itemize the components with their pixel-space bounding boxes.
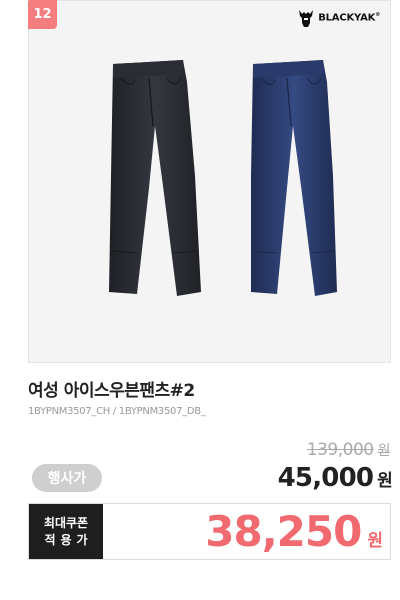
product-name[interactable]: 여성 아이스우븐팬츠#2 bbox=[28, 376, 195, 401]
rank-badge: 12 bbox=[28, 0, 57, 29]
pants-navy-image bbox=[250, 60, 337, 296]
coupon-label-line1: 최대쿠폰 bbox=[43, 515, 89, 530]
coupon-price-value: 38,250 bbox=[205, 507, 362, 556]
product-code: 1BYPNM3507_CH / 1BYPNM3507_DB_ bbox=[28, 406, 206, 417]
yak-head-icon bbox=[299, 10, 314, 27]
original-price-unit: 원 bbox=[377, 443, 391, 459]
coupon-price-box: 최대쿠폰 적용가 38,250 원 bbox=[28, 503, 391, 560]
brand-logo: BLACKYAK® bbox=[297, 8, 380, 28]
sale-price-unit: 원 bbox=[377, 471, 393, 491]
brand-text: BLACKYAK bbox=[318, 12, 376, 24]
pants-charcoal-image bbox=[109, 60, 201, 296]
sale-price: 45,000 원 bbox=[277, 463, 393, 493]
original-price: 139,000 원 bbox=[306, 440, 391, 460]
coupon-label-line2: 적용가 bbox=[44, 532, 93, 547]
event-price-tag: 행사가 bbox=[32, 464, 102, 492]
coupon-label: 최대쿠폰 적용가 bbox=[29, 504, 103, 559]
coupon-price-unit: 원 bbox=[367, 531, 383, 551]
registered-mark: ® bbox=[375, 12, 380, 19]
coupon-price: 38,250 원 bbox=[205, 507, 383, 556]
rank-number: 12 bbox=[33, 7, 52, 22]
brand-name: BLACKYAK® bbox=[318, 12, 380, 23]
product-card[interactable]: 12 BLACKYAK® 여성 아이스우븐팬츠#2 1BYPNM3507_CH … bbox=[0, 0, 400, 600]
sale-price-value: 45,000 bbox=[277, 463, 374, 493]
product-image[interactable] bbox=[28, 0, 391, 363]
original-price-value: 139,000 bbox=[306, 440, 374, 460]
